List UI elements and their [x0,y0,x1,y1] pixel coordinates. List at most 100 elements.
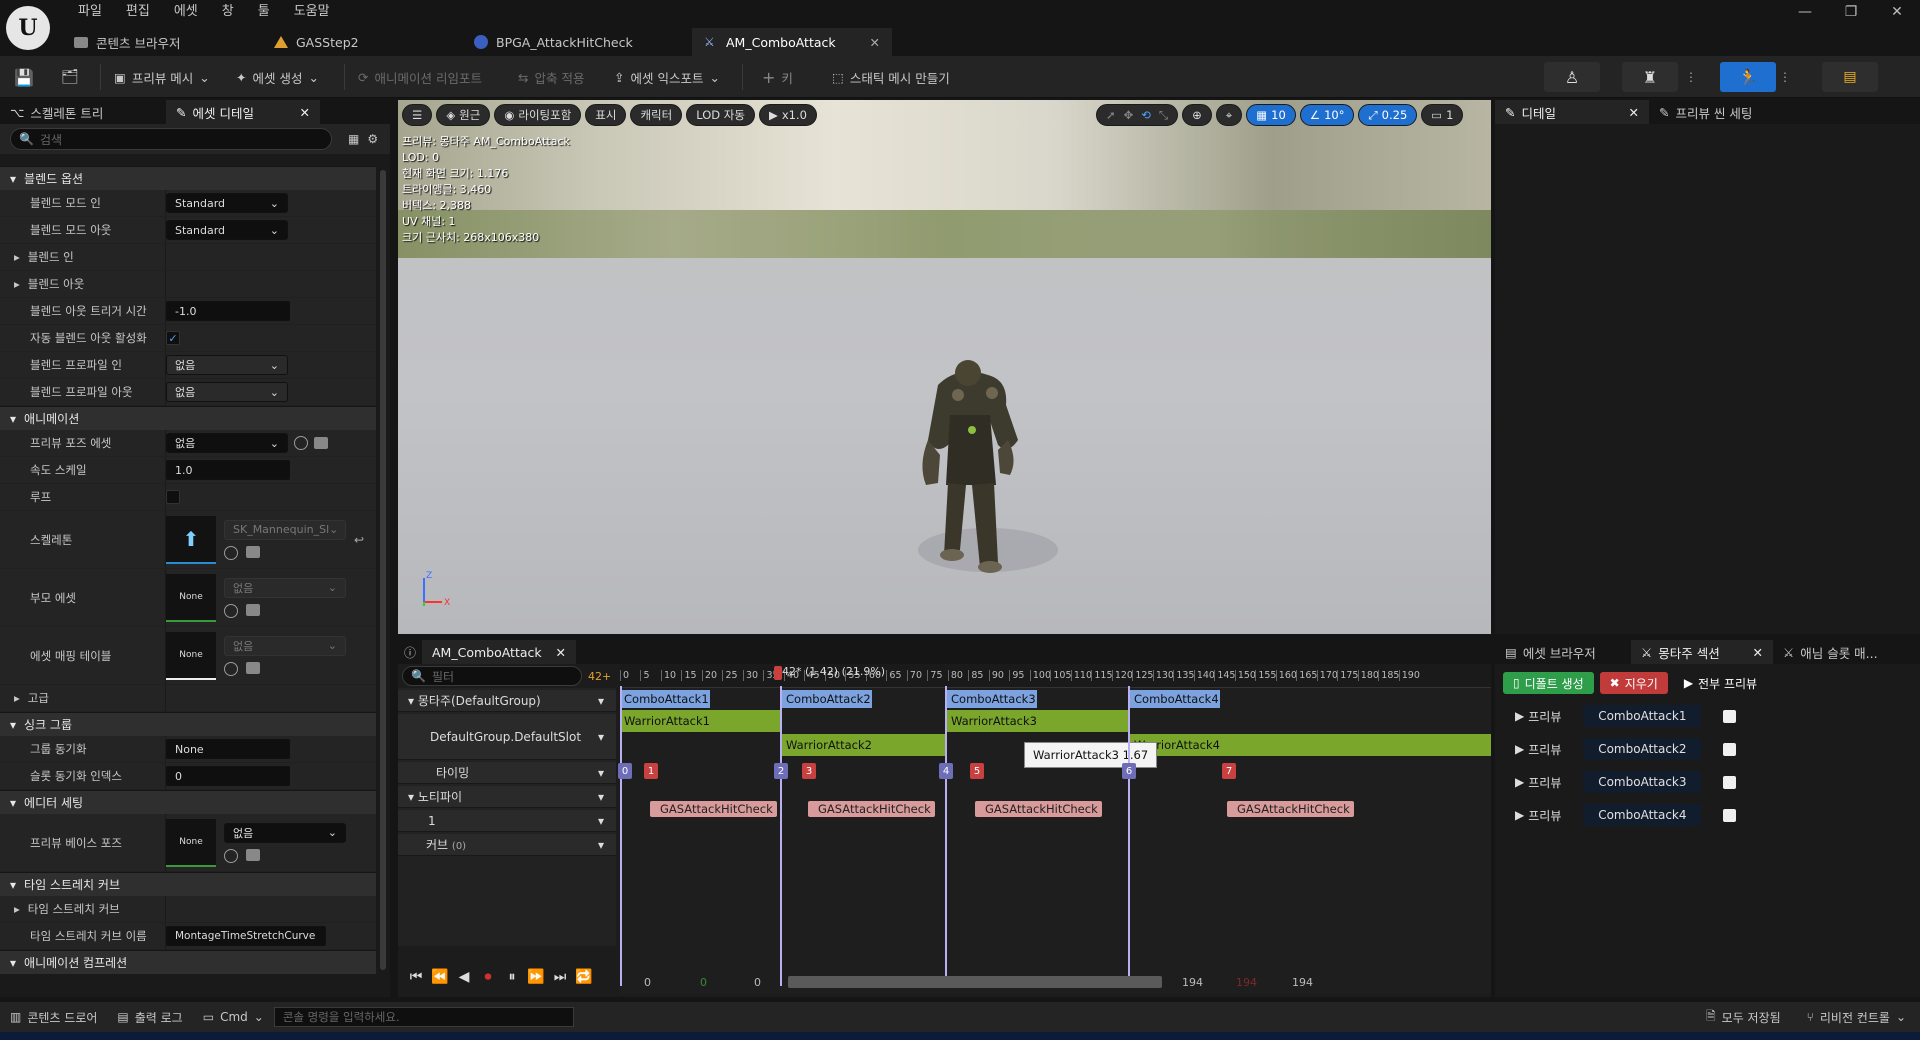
parent-asset-dropdown[interactable]: 없음 ⌄ [224,577,346,598]
section-checkbox[interactable] [1723,775,1737,789]
track-default-slot[interactable]: DefaultGroup.DefaultSlot ▾ [398,714,616,760]
prop-blend-in[interactable]: ▸ 블렌드 인 [0,244,376,271]
browse-folder-icon[interactable] [246,661,260,674]
use-selected-icon[interactable] [294,436,308,450]
track-montage-group[interactable]: ▾ 몽타주(DefaultGroup) ▾ [398,690,616,712]
apply-compression-button[interactable]: ⇆ 압축 적용 [518,64,584,90]
create-asset-button[interactable]: ✦ 에셋 생성 ⌄ [236,64,319,90]
blend-profile-out-dropdown[interactable]: 없음 ⌄ [166,382,288,402]
restore-icon[interactable]: ❐ [1828,4,1874,20]
lighting-button[interactable]: ◉ 라이팅포함 [494,104,582,126]
reset-arrow-icon[interactable]: ↩ [354,533,364,547]
table-view-icon[interactable]: ▦ [348,132,359,146]
skip-to-start-icon[interactable]: ⏮ [406,969,426,985]
prop-time-stretch-curve[interactable]: ▸ 타임 스트레치 커브 [0,896,376,923]
more-options-icon[interactable]: ⋮ [1682,62,1700,92]
close-tab-icon[interactable]: ✕ [300,105,310,120]
skeleton-mode-button[interactable]: ♙ [1544,62,1600,92]
use-selected-icon[interactable] [224,603,238,618]
section-name[interactable]: ComboAttack2 [1583,738,1702,760]
section-animation-compression[interactable]: ▾ 애니메이션 컴프레션 [0,950,376,974]
gear-icon[interactable]: ⚙ [367,132,378,146]
blend-out-trigger-time-input[interactable]: -1.0 [166,301,290,321]
timing-marker[interactable]: 2 [774,763,788,779]
blend-mode-out-dropdown[interactable]: Standard ⌄ [166,220,288,240]
track-timing[interactable]: 타이밍 ▾ [398,762,616,784]
close-tab-icon[interactable]: ✕ [870,35,880,50]
viewport-menu-button[interactable]: ☰ [402,104,433,126]
loop-icon[interactable]: 🔁 [574,969,594,985]
minimize-icon[interactable]: — [1782,4,1828,20]
timing-marker[interactable]: 7 [1222,763,1236,779]
blueprint-mode-button[interactable]: ▤ [1822,62,1878,92]
playhead[interactable] [774,666,782,680]
preview-section-button[interactable]: ▶ 프리뷰 [1515,741,1561,758]
section-sync-group[interactable]: ▾ 싱크 그룹 [0,712,376,736]
blend-profile-in-dropdown[interactable]: 없음 ⌄ [166,355,288,375]
make-static-mesh-button[interactable]: ⬚ 스태틱 메시 만들기 [832,64,950,90]
select-icon[interactable]: ➚ [1106,108,1116,122]
prop-advanced[interactable]: ▸ 고급 [0,685,376,712]
character-button[interactable]: 캐릭터 [630,104,683,126]
preview-base-pose-dropdown[interactable]: 없음 ⌄ [224,822,346,843]
parent-asset-thumbnail[interactable]: None [166,573,216,622]
asset-mapping-thumbnail[interactable]: None [166,631,216,680]
section-animation[interactable]: ▾ 애니메이션 [0,406,376,430]
console-input[interactable]: 콘솔 명령을 입력하세요. [273,1007,574,1027]
blend-mode-in-dropdown[interactable]: Standard ⌄ [166,193,288,213]
menu-help[interactable]: 도움말 [282,3,342,21]
tab-am-comboattack[interactable]: ⚔ AM_ComboAttack ✕ [692,28,892,56]
anim-segment[interactable]: WarriorAttack1 [620,710,780,732]
slot-sync-index-input[interactable]: 0 [166,766,290,786]
scale-icon[interactable]: ⤡ [1159,108,1168,123]
pause-icon[interactable]: ⏸ [502,969,522,985]
menu-edit[interactable]: 편집 [114,3,162,21]
world-local-toggle[interactable]: ⊕ [1182,104,1212,126]
tab-bpga-attackhitcheck[interactable]: BPGA_AttackHitCheck [462,28,692,56]
timing-marker[interactable]: 3 [802,763,816,779]
rotation-snap-button[interactable]: ∠ 10° [1299,104,1355,126]
move-icon[interactable]: ✥ [1124,108,1134,122]
section-name[interactable]: ComboAttack4 [1583,804,1702,826]
notify-event[interactable]: GASAttackHitCheck [650,801,777,817]
timeline-section[interactable]: ComboAttack2 [782,690,872,708]
scrollbar[interactable] [380,170,386,970]
notify-event[interactable]: GASAttackHitCheck [808,801,935,817]
track-curve[interactable]: 커브 (0) ▾ [398,834,616,856]
lod-auto-button[interactable]: LOD 자동 [686,104,755,126]
tab-skeleton-tree[interactable]: ⌥ 스켈레톤 트리 [0,100,166,124]
anim-segment[interactable]: WarriorAttack2 [782,734,946,756]
menu-tools[interactable]: 툴 [246,3,282,21]
search-input[interactable]: 🔍 검색 [10,128,332,150]
track-notify[interactable]: ▾ 노티파이 ▾ [398,786,616,808]
use-selected-icon[interactable] [224,661,238,676]
tab-montage-sections[interactable]: ⚔ 몽타주 섹션 ✕ [1631,640,1773,664]
section-checkbox[interactable] [1723,808,1737,822]
timeline-area[interactable]: 0 5 10 15 20 25 30 35 40 45 50 55 60 65 70 75 80 85 90 95 10… [618,664,1491,994]
timing-marker[interactable]: 1 [644,763,658,779]
timing-marker[interactable]: 6 [1122,763,1136,779]
preview-section-button[interactable]: ▶ 프리뷰 [1515,774,1561,791]
more-options-icon[interactable]: ⋮ [1776,62,1794,92]
notify-event[interactable]: GASAttackHitCheck [975,801,1102,817]
timing-marker[interactable]: 0 [618,763,632,779]
output-log-button[interactable]: ▤ 출력 로그 [107,1002,192,1032]
preview-pose-asset-dropdown[interactable]: 없음 ⌄ [166,433,288,453]
tab-anim-slot-manager[interactable]: ⚔ 애님 슬롯 매... [1773,640,1888,664]
animation-mode-button[interactable]: 🏃 [1720,62,1776,92]
time-stretch-curve-name-input[interactable]: MontageTimeStretchCurve [166,926,326,946]
section-checkbox[interactable] [1723,709,1737,723]
section-editor-settings[interactable]: ▾ 에디터 세팅 [0,790,376,814]
surface-snap-toggle[interactable]: ⌖ [1215,104,1243,126]
perspective-button[interactable]: ◈ 원근 [436,104,491,126]
close-tab-icon[interactable]: ✕ [1629,105,1639,120]
revision-control-button[interactable]: ⑂ 리비전 컨트롤 ⌄ [1793,1002,1920,1032]
use-selected-icon[interactable] [224,545,238,560]
content-drawer-button[interactable]: ▥ 콘텐츠 드로어 [0,1002,107,1032]
tab-gasstep2[interactable]: GASStep2 [262,28,462,56]
anim-segment[interactable]: WarriorAttack3 [947,710,1129,732]
add-key-button[interactable]: + 키 [762,64,793,90]
show-button[interactable]: 표시 [585,104,627,126]
auto-blend-out-checkbox[interactable]: ✓ [166,331,180,345]
prop-blend-out[interactable]: ▸ 블렌드 아웃 [0,271,376,298]
